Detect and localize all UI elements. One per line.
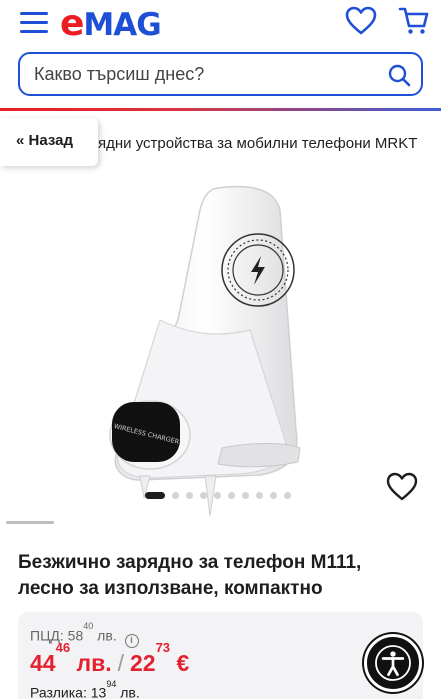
header-accent-line: [0, 108, 441, 111]
app-header: eMAG: [0, 0, 441, 110]
cart-icon[interactable]: [398, 6, 430, 36]
gallery-dot[interactable]: [214, 492, 221, 499]
price-line: 4446 лв./2273 €: [30, 640, 190, 677]
search-input[interactable]: [34, 63, 364, 85]
emag-logo[interactable]: eMAG: [60, 3, 162, 44]
info-icon[interactable]: i: [124, 633, 139, 648]
gallery-dot[interactable]: [256, 492, 263, 499]
heart-icon[interactable]: [345, 6, 377, 36]
gallery-dot[interactable]: [200, 492, 207, 499]
gallery-dots: [145, 492, 291, 499]
breadcrumb[interactable]: ядни устройства за мобилни телефони MRKT: [98, 135, 441, 152]
product-title: Безжично зарядно за телефон M111, лесно …: [18, 552, 362, 599]
price-difference: Разлика: 1394 лв.: [30, 679, 140, 699]
gallery-dot[interactable]: [284, 492, 291, 499]
add-to-wishlist-heart-icon[interactable]: [386, 472, 418, 502]
price-eur: 2273 €: [129, 640, 190, 676]
price-bgn: 4446 лв.: [30, 640, 112, 676]
search-bar: [18, 52, 423, 96]
gallery-dot[interactable]: [270, 492, 277, 499]
price-box: ПЦД: 5840 лв. i 4446 лв./2273 € Разлика:…: [18, 612, 423, 699]
hamburger-menu-icon[interactable]: [20, 12, 48, 36]
gallery-dot[interactable]: [242, 492, 249, 499]
gallery-dot[interactable]: [186, 492, 193, 499]
gallery-dot[interactable]: [145, 492, 165, 499]
image-scroll-indicator: [6, 521, 54, 524]
recommended-retail-price: ПЦД: 5840 лв. i: [30, 621, 139, 648]
gallery-dot[interactable]: [172, 492, 179, 499]
price-separator: /: [117, 650, 124, 676]
gallery-dot[interactable]: [228, 492, 235, 499]
back-button[interactable]: « Назад: [0, 118, 98, 166]
accessibility-icon[interactable]: [364, 634, 422, 692]
product-image[interactable]: WIRELESS CHARGER: [100, 180, 340, 520]
search-icon[interactable]: [387, 63, 411, 87]
